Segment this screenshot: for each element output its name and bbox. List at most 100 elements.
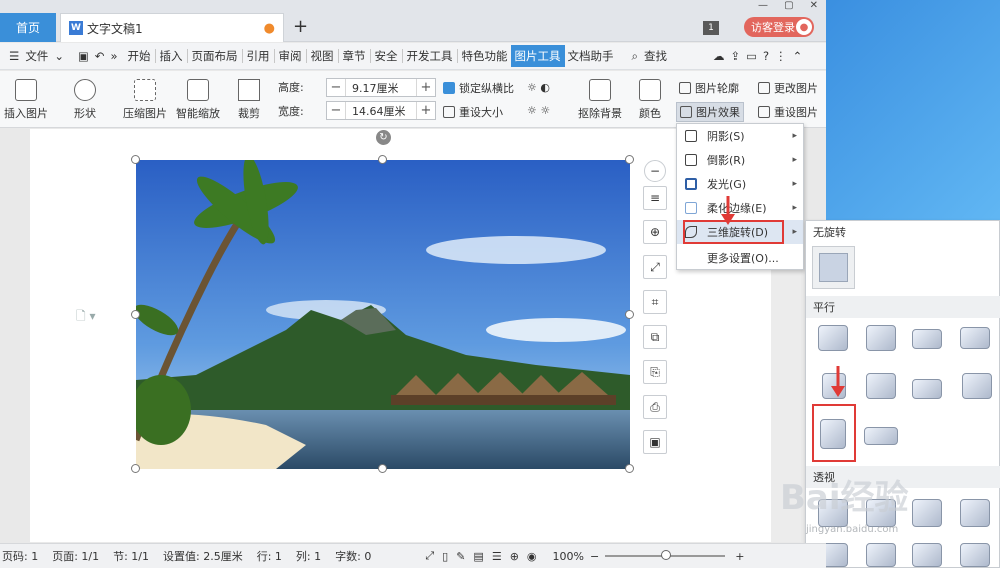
menu-devtools[interactable]: 开发工具 [404, 48, 456, 64]
chevron-down-icon[interactable]: ⌄ [51, 49, 67, 63]
brightness-icon[interactable]: ☼ ◐ [527, 81, 550, 94]
menu-item-reflection[interactable]: 倒影(R) ▸ [677, 148, 803, 172]
zoom-level[interactable]: 100% [553, 550, 584, 563]
contrast-icon[interactable]: ☼ ☼ [527, 104, 550, 117]
document-icon[interactable]: 🗋 ▾ [76, 307, 96, 328]
collapse-tools-icon[interactable]: − [644, 160, 666, 182]
pen-icon[interactable]: ✎ [456, 550, 465, 563]
reset-size-button[interactable]: 重设大小 [443, 104, 503, 120]
menu-reference[interactable]: 引用 [244, 48, 273, 64]
compress-tool-icon[interactable]: ⧉ [643, 325, 667, 349]
compress-button[interactable]: 压缩图片 [123, 79, 167, 121]
selected-picture[interactable] [136, 160, 630, 469]
reset-picture-button[interactable]: 重设图片 [758, 104, 818, 120]
menu-features[interactable]: 特色功能 [459, 48, 511, 64]
menu-file[interactable]: 文件 [22, 48, 51, 64]
maximize-button[interactable]: ▢ [784, 0, 793, 12]
color-button[interactable]: 颜色 [639, 79, 661, 121]
menu-layout[interactable]: 页面布局 [189, 48, 241, 64]
eye-icon[interactable]: ◉ [527, 550, 537, 563]
more-icon[interactable]: » [107, 49, 120, 63]
width-stepper[interactable]: −14.64厘米 + [326, 101, 436, 120]
preset-parallel-7[interactable] [912, 379, 942, 399]
height-stepper[interactable]: −9.17厘米 + [326, 78, 436, 97]
outline-view-icon[interactable]: ☰ [492, 550, 502, 563]
crop-tool-icon[interactable]: ⌗ [643, 290, 667, 314]
preset-perspective-7[interactable] [912, 543, 942, 567]
preset-perspective-3[interactable] [912, 499, 942, 527]
resize-handle[interactable] [378, 464, 387, 473]
preset-parallel-4[interactable] [960, 327, 990, 349]
extract-text-icon[interactable]: ⎙ [643, 395, 667, 419]
picture-outline-button[interactable]: 图片轮廓 [679, 80, 739, 96]
menu-review[interactable]: 审阅 [276, 48, 305, 64]
insert-picture-button[interactable]: 插入图片 [4, 79, 48, 121]
wrap-text-icon[interactable]: ≡ [643, 186, 667, 210]
menu-item-more-settings[interactable]: 更多设置(O)... [677, 246, 803, 270]
zoom-out-button[interactable]: − [590, 550, 599, 563]
menu-item-shadow[interactable]: 阴影(S) ▸ [677, 124, 803, 148]
page-view-icon[interactable]: ▤ [473, 550, 483, 563]
collapse-ribbon-icon[interactable]: ⌃ [790, 49, 806, 63]
resize-handle[interactable] [625, 310, 634, 319]
decrement-icon[interactable]: − [327, 80, 345, 95]
menu-picture-tools[interactable]: 图片工具 [510, 45, 565, 67]
help-icon[interactable]: ? [760, 49, 772, 63]
menu-view[interactable]: 视图 [308, 48, 337, 64]
remove-background-button[interactable]: 抠除背景 [578, 79, 622, 121]
cloud-icon[interactable]: ☁ [710, 49, 728, 63]
preset-perspective-6[interactable] [866, 543, 896, 567]
tab-document[interactable]: W 文字文稿1 ● [60, 13, 284, 42]
hamburger-icon[interactable]: ☰ [6, 49, 22, 63]
menu-doc-assistant[interactable]: 文档助手 [565, 48, 617, 64]
preset-parallel-2[interactable] [866, 325, 896, 351]
fullscreen-icon[interactable]: ⤢ [425, 549, 434, 563]
picture-effects-button[interactable]: 图片效果 [676, 102, 744, 122]
preset-perspective-8[interactable] [960, 543, 990, 567]
rotate-handle-icon[interactable]: ↻ [376, 130, 391, 145]
more-options-icon[interactable]: ⋮ [772, 49, 790, 63]
lock-ratio-checkbox[interactable]: 锁定纵横比 [443, 80, 514, 96]
preset-parallel-3[interactable] [912, 329, 942, 349]
menu-item-soft-edges[interactable]: 柔化边缘(E) ▸ [677, 196, 803, 220]
window-controls[interactable]: — ▢ ✕ [750, 0, 826, 12]
resize-handle[interactable] [625, 155, 634, 164]
preset-parallel-10[interactable] [864, 427, 898, 445]
zoom-slider[interactable] [605, 550, 726, 560]
preset-perspective-4[interactable] [960, 499, 990, 527]
smart-zoom-button[interactable]: 智能缩放 [176, 79, 220, 121]
increment-icon[interactable]: + [417, 103, 435, 118]
read-mode-icon[interactable]: ▯ [442, 550, 448, 563]
resize-handle[interactable] [131, 464, 140, 473]
web-view-icon[interactable]: ⊕ [510, 550, 519, 563]
zoom-slider-thumb[interactable] [661, 550, 672, 560]
window-count-badge[interactable]: 1 [703, 21, 719, 35]
new-tab-button[interactable]: + [293, 16, 308, 37]
preset-parallel-8[interactable] [962, 373, 992, 399]
layout-icon[interactable]: ▭ [743, 49, 760, 63]
resize-handle[interactable] [131, 155, 140, 164]
change-picture-button[interactable]: 更改图片 [758, 80, 818, 96]
tab-home[interactable]: 首页 [0, 13, 56, 42]
search-label[interactable]: 查找 [641, 48, 670, 64]
decrement-icon[interactable]: − [327, 103, 345, 118]
menu-start[interactable]: 开始 [125, 48, 154, 64]
zoom-icon[interactable]: ⊕ [643, 220, 667, 244]
shape-button[interactable]: 形状 [74, 79, 96, 121]
menu-section[interactable]: 章节 [340, 48, 369, 64]
preset-parallel-6[interactable] [866, 373, 896, 399]
minimize-button[interactable]: — [758, 0, 768, 12]
preset-parallel-1[interactable] [818, 325, 848, 351]
convert-icon[interactable]: ⎘ [643, 360, 667, 384]
close-button[interactable]: ✕ [810, 0, 818, 12]
resize-handle[interactable] [131, 310, 140, 319]
save-icon[interactable]: ▣ [75, 49, 92, 63]
share-icon[interactable]: ⇪ [727, 49, 743, 63]
menu-security[interactable]: 安全 [372, 48, 401, 64]
menu-item-glow[interactable]: 发光(G) ▸ [677, 172, 803, 196]
zoom-in-button[interactable]: + [735, 550, 744, 563]
crop-button[interactable]: 裁剪 [238, 79, 260, 121]
login-button[interactable]: 访客登录 ● [744, 17, 814, 37]
search-icon[interactable]: ⌕ [629, 49, 641, 64]
picture-tool-icon[interactable]: ▣ [643, 430, 667, 454]
